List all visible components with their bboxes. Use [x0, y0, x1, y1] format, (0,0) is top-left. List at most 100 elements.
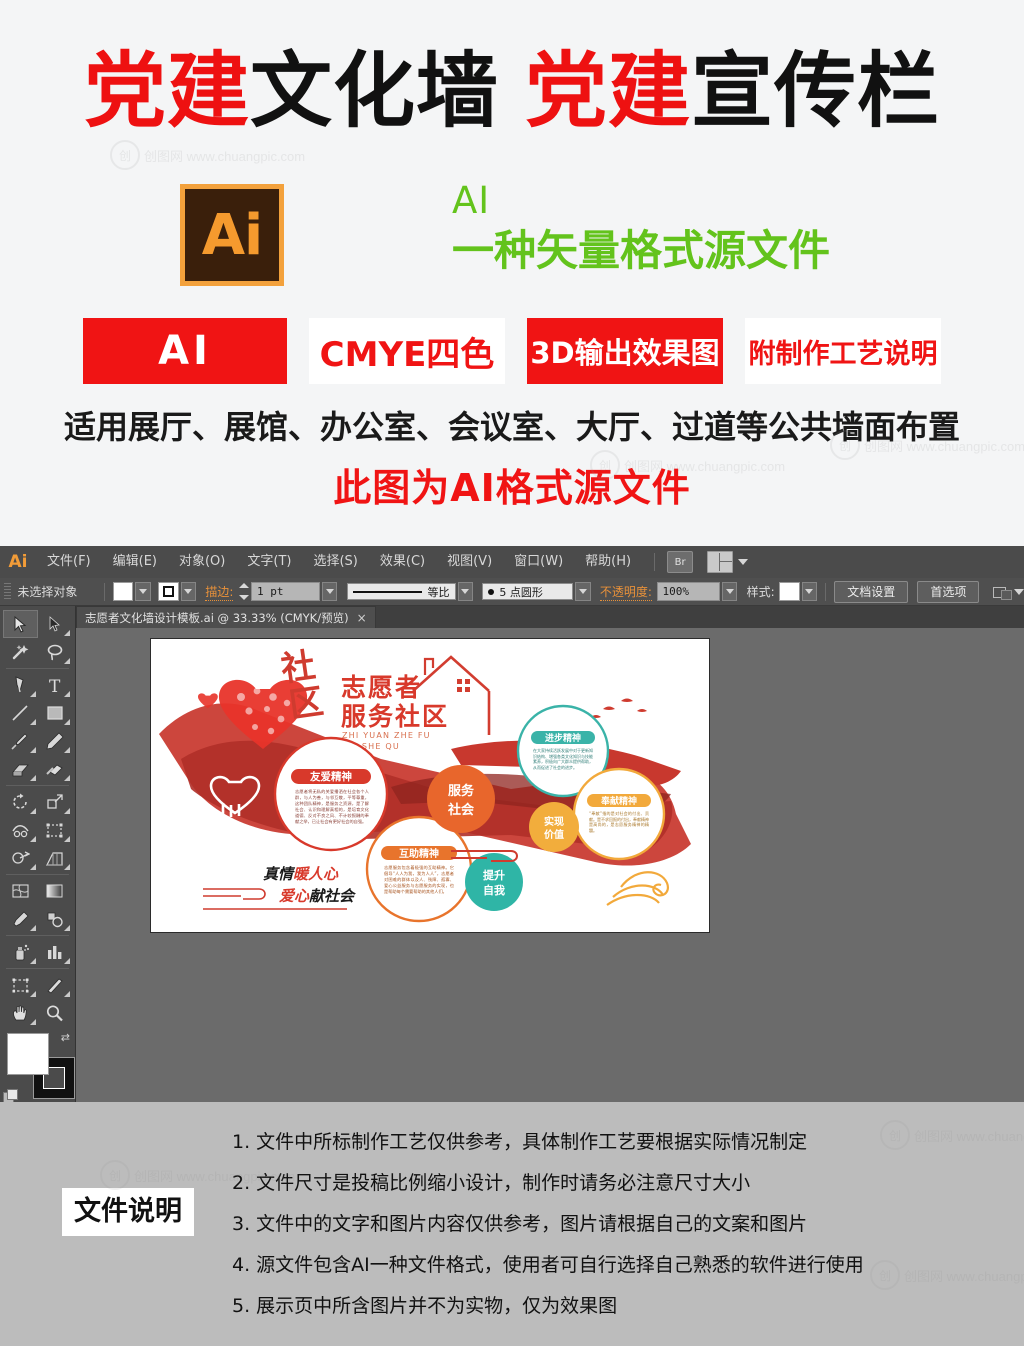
- selection-status: 未选择对象: [17, 585, 78, 599]
- menu-edit[interactable]: 编辑(E): [102, 546, 168, 578]
- menu-divider: [654, 553, 656, 571]
- scale-tool[interactable]: [38, 788, 73, 816]
- badge-3d-output: 3D输出效果图: [527, 318, 723, 384]
- menu-select[interactable]: 选择(S): [302, 546, 368, 578]
- close-icon[interactable]: ×: [357, 611, 367, 625]
- opacity-input[interactable]: 100%: [656, 582, 720, 601]
- arrange-documents-icon[interactable]: [707, 551, 734, 573]
- brush-preview-icon: [488, 588, 495, 595]
- artwork-pinyin-line1: ZHI YUAN ZHE FU: [342, 731, 431, 740]
- selection-tool[interactable]: [3, 610, 38, 638]
- menu-effect[interactable]: 效果(C): [369, 546, 436, 578]
- stroke-profile-label: 等比: [427, 585, 450, 599]
- artboard[interactable]: 社 区 志愿者 服务社区 ZHI YUAN ZHE FU WU SHE QU 友…: [150, 638, 710, 933]
- chevron-down-icon[interactable]: [738, 559, 749, 565]
- promo-subtitle: 适用展厅、展馆、办公室、会议室、大厅、过道等公共墙面布置: [63, 408, 960, 446]
- lasso-tool[interactable]: [38, 638, 73, 666]
- rectangle-tool[interactable]: [38, 699, 73, 727]
- canvas-area[interactable]: 社 区 志愿者 服务社区 ZHI YUAN ZHE FU WU SHE QU 友…: [76, 628, 1024, 1102]
- menu-file[interactable]: 文件(F): [36, 546, 102, 578]
- menu-view[interactable]: 视图(V): [436, 546, 503, 578]
- rotate-tool[interactable]: [3, 788, 38, 816]
- file-description-label: 文件说明: [62, 1188, 194, 1236]
- artwork-circle-ziwo-2: 自我: [483, 883, 505, 897]
- document-tab[interactable]: 志愿者文化墙设计模板.ai @ 33.33% (CMYK/预览) ×: [76, 606, 376, 628]
- fill-stroke-control: ⇄: [3, 1031, 75, 1103]
- fill-dropdown-icon[interactable]: [135, 582, 151, 601]
- notes-list: 1. 文件中所标制作工艺仅供参考，具体制作工艺要根据实际情况制定 2. 文件尺寸…: [232, 1122, 1012, 1327]
- default-fill-stroke-icon[interactable]: [3, 1089, 18, 1103]
- menu-window[interactable]: 窗口(W): [503, 546, 574, 578]
- symbol-sprayer-tool[interactable]: [3, 938, 38, 966]
- app-logo-icon: Ai: [8, 552, 28, 572]
- menu-object[interactable]: 对象(O): [168, 546, 236, 578]
- eraser-tool[interactable]: [38, 755, 73, 783]
- artwork-title-line2: 服务社区: [341, 702, 449, 731]
- style-label: 样式:: [746, 585, 775, 599]
- hand-tool[interactable]: [3, 999, 38, 1027]
- note-item: 4. 源文件包含AI一种文件格式，使用者可自行选择自己熟悉的软件进行使用: [232, 1254, 864, 1276]
- page-title-part-3: 党建: [525, 44, 692, 139]
- fill-color-box[interactable]: [7, 1033, 49, 1075]
- badge-process-notes: 附制作工艺说明: [745, 318, 941, 384]
- gradient-tool[interactable]: [38, 877, 73, 905]
- pencil-tool[interactable]: [38, 727, 73, 755]
- artwork-slogan-line2: 爱心献社会: [279, 887, 356, 905]
- bridge-icon[interactable]: Br: [667, 551, 694, 573]
- preferences-button[interactable]: 首选项: [917, 580, 980, 603]
- line-segment-tool[interactable]: [3, 699, 38, 727]
- zoom-tool[interactable]: [38, 999, 73, 1027]
- shape-builder-tool[interactable]: [3, 844, 38, 872]
- stroke-color-swatch[interactable]: [158, 582, 179, 601]
- artwork-circle-fuwu-2: 社会: [447, 802, 475, 818]
- slice-tool[interactable]: [38, 971, 73, 999]
- chevron-down-icon[interactable]: [1013, 588, 1024, 595]
- promo-note: 此图为AI格式源文件: [333, 466, 691, 510]
- brush-definition-select[interactable]: 5 点圆形: [482, 583, 574, 600]
- stroke-weight-input[interactable]: 1 pt: [250, 582, 320, 601]
- illustrator-logo-icon: Ai: [180, 184, 284, 286]
- free-transform-tool[interactable]: [38, 816, 73, 844]
- swap-fill-stroke-icon[interactable]: ⇄: [61, 1031, 70, 1044]
- badge-ai: AI: [83, 318, 287, 384]
- opacity-label[interactable]: 不透明度:: [599, 583, 652, 601]
- width-tool[interactable]: [3, 816, 38, 844]
- column-graph-tool[interactable]: [38, 938, 73, 966]
- artboard-tool[interactable]: [3, 971, 38, 999]
- blob-brush-tool[interactable]: [3, 755, 38, 783]
- align-icon[interactable]: [992, 584, 1013, 600]
- document-tab-title: 志愿者文化墙设计模板.ai @ 33.33% (CMYK/预览): [85, 610, 349, 625]
- fill-color-swatch[interactable]: [112, 582, 134, 601]
- menu-bar: Ai 文件(F) 编辑(E) 对象(O) 文字(T) 选择(S) 效果(C) 视…: [0, 546, 1024, 579]
- pen-tool[interactable]: [3, 671, 38, 699]
- stroke-weight-dropdown-icon[interactable]: [321, 582, 338, 601]
- stroke-weight-stepper[interactable]: [238, 583, 249, 600]
- eyedropper-tool[interactable]: [3, 905, 38, 933]
- type-tool[interactable]: T: [38, 671, 73, 699]
- document-setup-button[interactable]: 文档设置: [834, 580, 909, 603]
- graphic-style-swatch[interactable]: [779, 582, 800, 601]
- stroke-profile-select[interactable]: 等比: [346, 583, 456, 600]
- artwork-circle-title-jinbu: 进步精神: [545, 732, 581, 744]
- magic-wand-tool[interactable]: [3, 638, 38, 666]
- note-item: 2. 文件尺寸是投稿比例缩小设计，制作时请务必注意尺寸大小: [232, 1172, 751, 1194]
- paintbrush-tool[interactable]: [3, 727, 38, 755]
- illustrator-logo-text: Ai: [185, 189, 279, 281]
- mesh-tool[interactable]: [3, 877, 38, 905]
- stroke-dropdown-icon[interactable]: [180, 582, 197, 601]
- direct-selection-tool[interactable]: [38, 610, 73, 638]
- artwork-slogan-line1: 真情暖人心: [263, 865, 339, 883]
- menu-type[interactable]: 文字(T): [236, 546, 302, 578]
- blend-tool[interactable]: [38, 905, 73, 933]
- perspective-grid-tool[interactable]: [38, 844, 73, 872]
- page-title-part-2: 文化墙: [249, 44, 499, 139]
- menu-help[interactable]: 帮助(H): [574, 546, 642, 578]
- graphic-style-dropdown-icon[interactable]: [801, 582, 818, 601]
- artwork-circle-jiazhi-2: 价值: [544, 828, 564, 841]
- brush-dropdown-icon[interactable]: [575, 582, 591, 601]
- divider: [103, 582, 105, 601]
- control-bar-grip[interactable]: [4, 582, 12, 601]
- stroke-weight-label[interactable]: 描边:: [205, 583, 234, 601]
- stroke-profile-dropdown-icon[interactable]: [457, 582, 474, 601]
- opacity-dropdown-icon[interactable]: [721, 582, 738, 601]
